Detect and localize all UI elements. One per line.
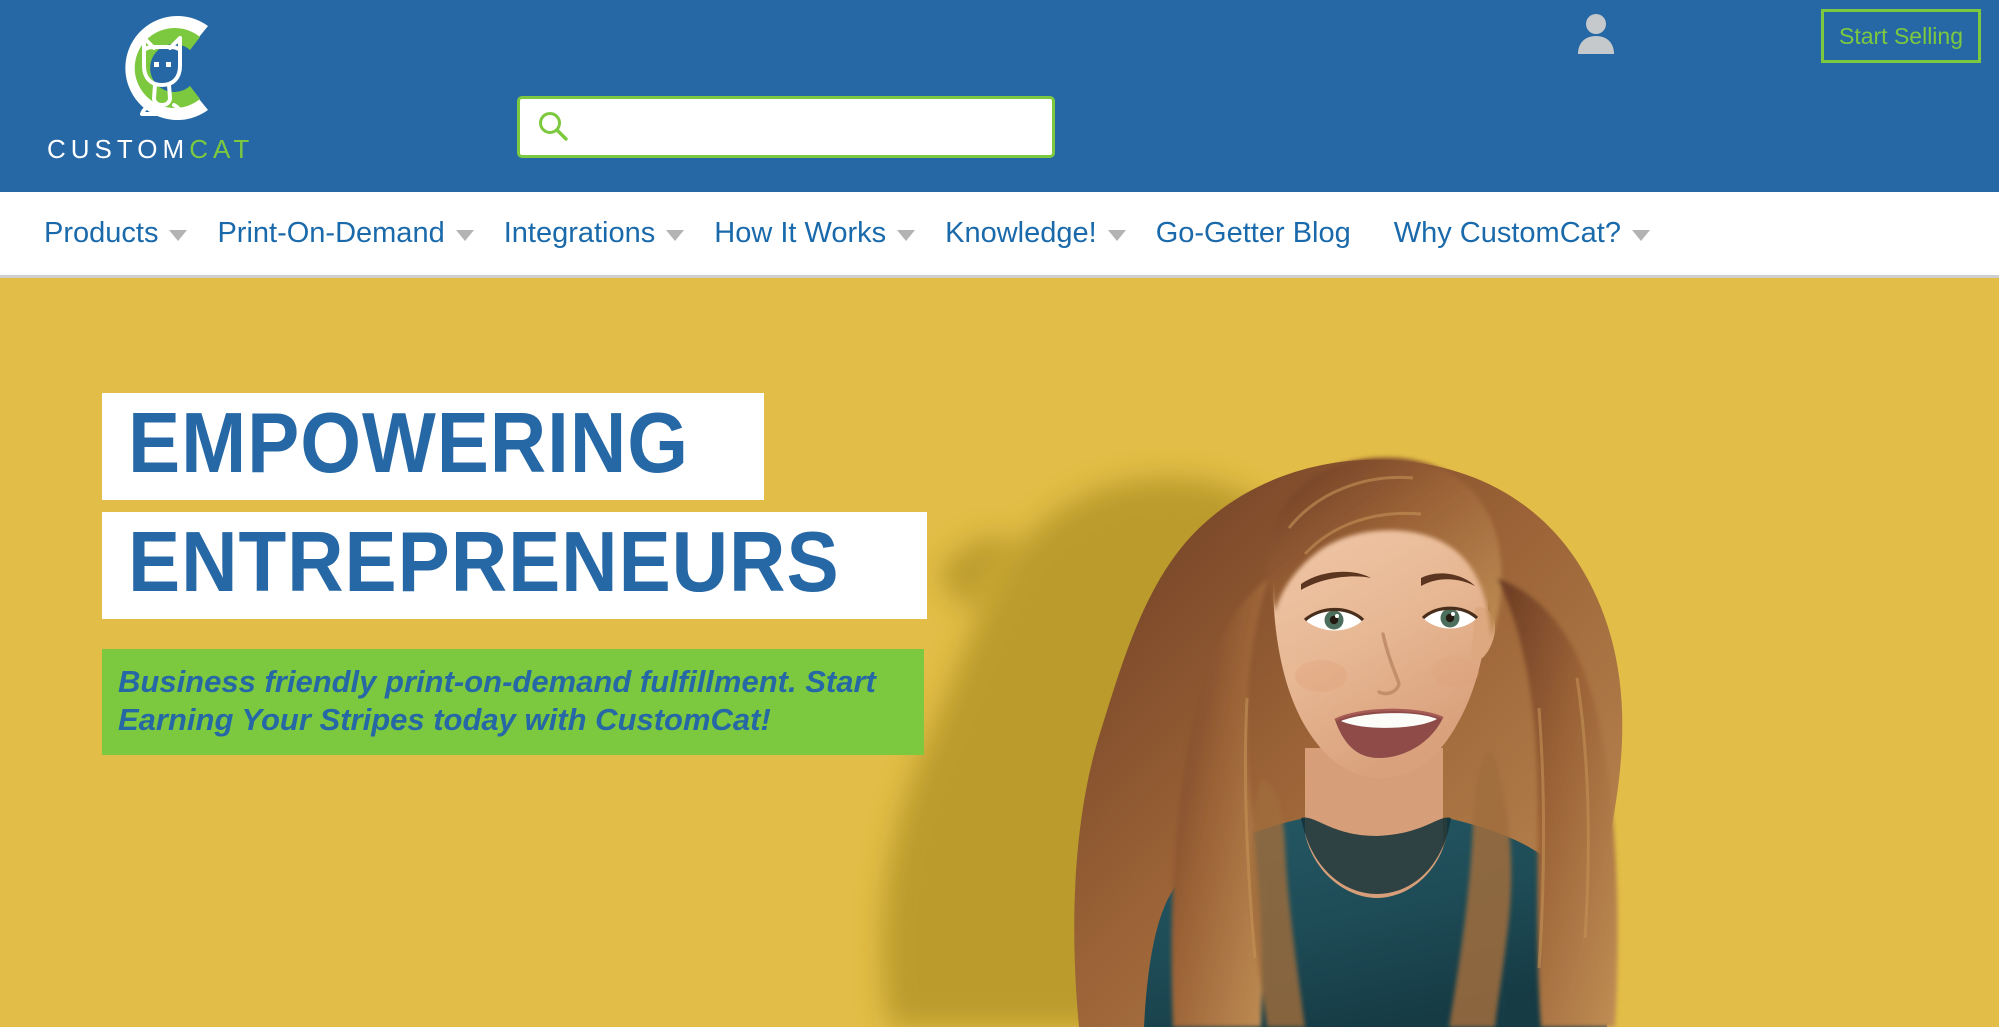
search-box[interactable]: [517, 96, 1055, 158]
nav-item-why-customcat[interactable]: Why CustomCat?: [1394, 219, 1650, 248]
chevron-down-icon[interactable]: [169, 229, 188, 241]
chevron-down-icon[interactable]: [1107, 229, 1126, 241]
nav-label: Go-Getter Blog: [1155, 217, 1351, 249]
site-header: CUSTOMCAT Start Selling: [0, 0, 1999, 192]
chevron-down-icon[interactable]: [1631, 229, 1650, 241]
start-selling-button[interactable]: Start Selling: [1821, 9, 1981, 63]
hero-headline-line1: EMPOWERING: [128, 396, 689, 491]
hero-subhead-band: Business friendly print-on-demand fulfil…: [102, 649, 924, 755]
nav-label: Why CustomCat?: [1393, 217, 1621, 249]
nav-label: How It Works: [714, 217, 887, 249]
main-navigation: Products Print-On-Demand Integrations Ho…: [0, 192, 1999, 278]
nav-label: Products: [44, 217, 159, 249]
logo[interactable]: CUSTOMCAT: [40, 0, 300, 180]
chevron-down-icon[interactable]: [455, 229, 474, 241]
logo-wordmark-custom: CUSTOM: [47, 134, 190, 164]
chevron-down-icon[interactable]: [666, 229, 685, 241]
nav-label: Knowledge!: [945, 217, 1097, 249]
hero-headline-line1-band: EMPOWERING: [102, 393, 764, 500]
nav-label: Integrations: [503, 217, 656, 249]
customcat-cat-logo-icon: [100, 6, 228, 130]
hero-banner: EMPOWERING ENTREPRENEURS Business friend…: [0, 278, 1999, 1027]
search-icon: [539, 112, 568, 141]
hero-photo: [749, 278, 1999, 1027]
hero-headline-line2: ENTREPRENEURS: [128, 515, 840, 610]
nav-item-go-getter-blog[interactable]: Go-Getter Blog: [1156, 219, 1351, 248]
chevron-down-icon[interactable]: [897, 229, 916, 241]
logo-wordmark: CUSTOMCAT: [47, 136, 297, 162]
nav-item-print-on-demand[interactable]: Print-On-Demand: [217, 217, 474, 249]
hero-text-block: EMPOWERING ENTREPRENEURS Business friend…: [102, 393, 928, 755]
user-account-icon[interactable]: [1573, 10, 1619, 58]
nav-item-integrations[interactable]: Integrations: [504, 219, 685, 248]
search-input[interactable]: [570, 99, 1052, 155]
logo-wordmark-cat: CAT: [189, 134, 255, 164]
nav-item-how-it-works[interactable]: How It Works: [714, 217, 916, 249]
hero-subhead: Business friendly print-on-demand fulfil…: [118, 664, 876, 737]
nav-item-products[interactable]: Products: [44, 217, 188, 249]
nav-item-knowledge[interactable]: Knowledge!: [945, 219, 1126, 248]
hero-headline-line2-band: ENTREPRENEURS: [102, 512, 928, 619]
nav-label: Print-On-Demand: [217, 217, 445, 249]
